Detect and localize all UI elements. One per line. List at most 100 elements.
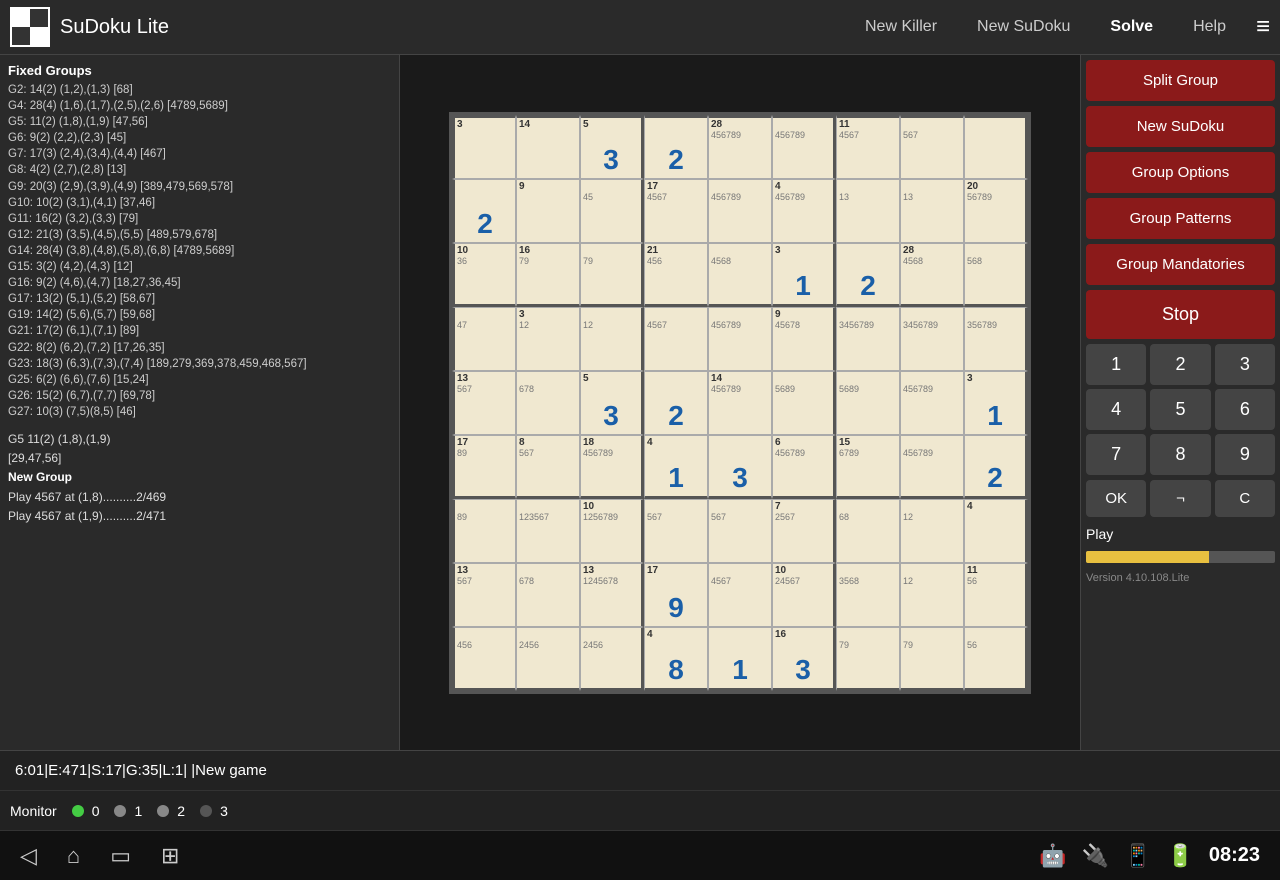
sudoku-cell[interactable]: 3456789	[836, 307, 900, 371]
sudoku-cell[interactable]: 3	[708, 435, 772, 499]
sudoku-grid[interactable]: 3145322845678945678911456756729451745674…	[449, 112, 1031, 694]
sudoku-cell[interactable]: 3568	[836, 563, 900, 627]
num-3-button[interactable]: 3	[1215, 344, 1275, 385]
num-2-button[interactable]: 2	[1150, 344, 1210, 385]
back-icon[interactable]: ◁	[20, 843, 37, 869]
sudoku-cell[interactable]: 56	[964, 627, 1028, 691]
sudoku-cell[interactable]: 13567	[452, 371, 516, 435]
sudoku-cell[interactable]: 1789	[452, 435, 516, 499]
sudoku-cell[interactable]: 12	[580, 307, 644, 371]
sudoku-cell[interactable]: 456789	[772, 115, 836, 179]
sudoku-cell[interactable]: 45	[580, 179, 644, 243]
sudoku-cell[interactable]: 2056789	[964, 179, 1028, 243]
group-patterns-button[interactable]: Group Patterns	[1086, 198, 1275, 239]
clear-button[interactable]: C	[1215, 480, 1275, 517]
sudoku-cell[interactable]	[964, 115, 1028, 179]
home-icon[interactable]: ⌂	[67, 843, 80, 869]
sudoku-cell[interactable]: 174567	[644, 179, 708, 243]
sudoku-cell[interactable]: 89	[452, 499, 516, 563]
sudoku-cell[interactable]: 2	[644, 115, 708, 179]
num-1-button[interactable]: 1	[1086, 344, 1146, 385]
sudoku-cell[interactable]: 101256789	[580, 499, 644, 563]
sudoku-cell[interactable]: 4568	[708, 243, 772, 307]
grid-icon[interactable]: ⊞	[161, 843, 179, 869]
sudoku-cell[interactable]: 14	[516, 115, 580, 179]
num-6-button[interactable]: 6	[1215, 389, 1275, 430]
sudoku-cell[interactable]: 6456789	[772, 435, 836, 499]
recents-icon[interactable]: ▭	[110, 843, 131, 869]
sudoku-cell[interactable]: 13	[900, 179, 964, 243]
sudoku-cell[interactable]: 3456789	[900, 307, 964, 371]
sudoku-cell[interactable]: 13567	[452, 563, 516, 627]
sudoku-cell[interactable]: 12	[900, 499, 964, 563]
sudoku-cell[interactable]: 567	[644, 499, 708, 563]
sudoku-cell[interactable]: 68	[836, 499, 900, 563]
solve-button[interactable]: Solve	[1110, 18, 1153, 36]
group-options-button[interactable]: Group Options	[1086, 152, 1275, 193]
sudoku-cell[interactable]: 12	[900, 563, 964, 627]
sudoku-cell[interactable]: 9	[516, 179, 580, 243]
sudoku-cell[interactable]: 1156	[964, 563, 1028, 627]
num-9-button[interactable]: 9	[1215, 434, 1275, 475]
sudoku-cell[interactable]: 2	[452, 179, 516, 243]
num-7-button[interactable]: 7	[1086, 434, 1146, 475]
num-8-button[interactable]: 8	[1150, 434, 1210, 475]
sudoku-cell[interactable]: 21456	[644, 243, 708, 307]
sudoku-cell[interactable]: 114567	[836, 115, 900, 179]
backspace-button[interactable]: ¬	[1150, 480, 1210, 517]
sudoku-cell[interactable]: 2	[644, 371, 708, 435]
sudoku-cell[interactable]: 4456789	[772, 179, 836, 243]
help-button[interactable]: Help	[1193, 18, 1226, 36]
sudoku-cell[interactable]: 356789	[964, 307, 1028, 371]
new-killer-button[interactable]: New Killer	[865, 18, 937, 36]
sudoku-cell[interactable]: 31	[772, 243, 836, 307]
new-sudoku-top-button[interactable]: New SuDoku	[977, 18, 1070, 36]
sudoku-cell[interactable]: 2	[836, 243, 900, 307]
sudoku-cell[interactable]: 284568	[900, 243, 964, 307]
sudoku-cell[interactable]: 28456789	[708, 115, 772, 179]
sudoku-cell[interactable]: 123567	[516, 499, 580, 563]
sudoku-cell[interactable]: 1	[708, 627, 772, 691]
sudoku-cell[interactable]: 4567	[708, 563, 772, 627]
sudoku-cell[interactable]: 8567	[516, 435, 580, 499]
sudoku-cell[interactable]: 456	[452, 627, 516, 691]
sudoku-cell[interactable]: 72567	[772, 499, 836, 563]
sudoku-cell[interactable]: 13	[836, 179, 900, 243]
sudoku-cell[interactable]: 1036	[452, 243, 516, 307]
sudoku-cell[interactable]: 567	[708, 499, 772, 563]
sudoku-cell[interactable]: 2	[964, 435, 1028, 499]
sudoku-cell[interactable]: 4567	[644, 307, 708, 371]
sudoku-cell[interactable]: 456789	[708, 179, 772, 243]
sudoku-cell[interactable]: 2456	[580, 627, 644, 691]
sudoku-cell[interactable]: 678	[516, 371, 580, 435]
sudoku-cell[interactable]: 163	[772, 627, 836, 691]
sudoku-cell[interactable]: 456789	[900, 435, 964, 499]
sudoku-cell[interactable]: 5689	[836, 371, 900, 435]
sudoku-cell[interactable]: 567	[900, 115, 964, 179]
sudoku-cell[interactable]: 945678	[772, 307, 836, 371]
sudoku-cell[interactable]: 47	[452, 307, 516, 371]
sudoku-cell[interactable]: 18456789	[580, 435, 644, 499]
new-sudoku-right-button[interactable]: New SuDoku	[1086, 106, 1275, 147]
sudoku-cell[interactable]: 156789	[836, 435, 900, 499]
stop-button[interactable]: Stop	[1086, 290, 1275, 339]
sudoku-cell[interactable]: 53	[580, 115, 644, 179]
num-4-button[interactable]: 4	[1086, 389, 1146, 430]
sudoku-cell[interactable]: 3	[452, 115, 516, 179]
sudoku-cell[interactable]: 2456	[516, 627, 580, 691]
sudoku-cell[interactable]: 312	[516, 307, 580, 371]
sudoku-cell[interactable]: 53	[580, 371, 644, 435]
sudoku-cell[interactable]: 131245678	[580, 563, 644, 627]
menu-icon[interactable]: ≡	[1256, 13, 1270, 41]
sudoku-cell[interactable]: 79	[580, 243, 644, 307]
ok-button[interactable]: OK	[1086, 480, 1146, 517]
split-group-button[interactable]: Split Group	[1086, 60, 1275, 101]
sudoku-cell[interactable]: 48	[644, 627, 708, 691]
sudoku-cell[interactable]: 41	[644, 435, 708, 499]
sudoku-cell[interactable]: 14456789	[708, 371, 772, 435]
sudoku-cell[interactable]: 456789	[900, 371, 964, 435]
num-5-button[interactable]: 5	[1150, 389, 1210, 430]
group-mandatories-button[interactable]: Group Mandatories	[1086, 244, 1275, 285]
sudoku-cell[interactable]: 4	[964, 499, 1028, 563]
sudoku-cell[interactable]: 456789	[708, 307, 772, 371]
